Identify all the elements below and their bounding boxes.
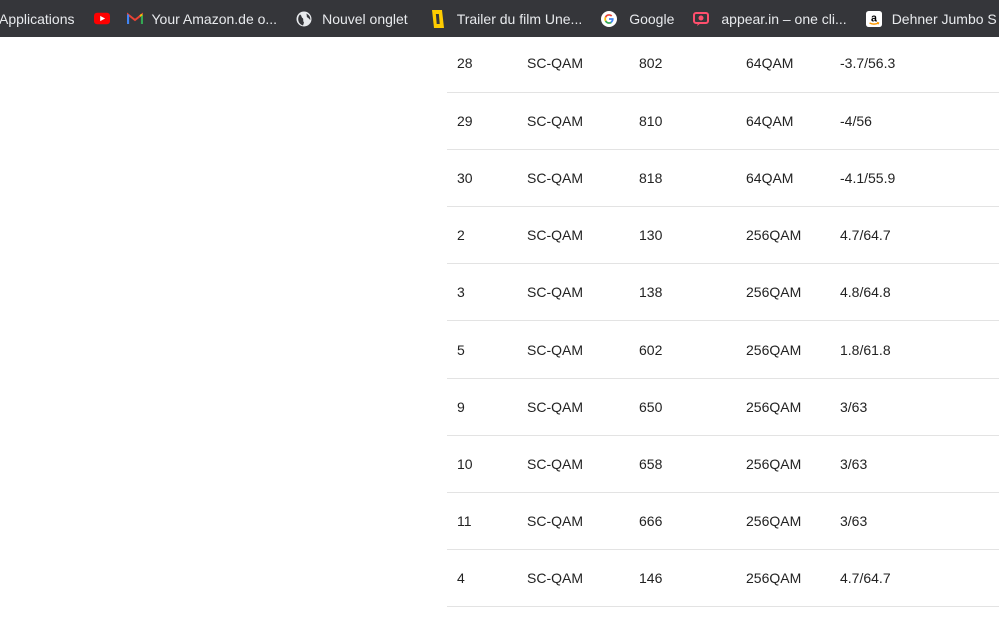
channel-type-cell: SC-QAM <box>527 206 639 265</box>
bookmark-google[interactable]: Google <box>601 0 674 37</box>
power-snr-cell: -3.7/56.3 <box>840 35 999 93</box>
bookmark-applications[interactable]: Applications <box>0 0 75 37</box>
globe-icon <box>296 11 312 27</box>
power-snr-cell: 3/63 <box>840 435 999 494</box>
table-row: 30 SC-QAM 818 64QAM -4.1/55.9 <box>447 149 999 208</box>
bookmark-trailer[interactable]: Trailer du film Une... <box>429 0 583 37</box>
power-snr-cell: -4.1/55.9 <box>840 149 999 208</box>
youtube-icon <box>93 11 110 27</box>
table-row: 10 SC-QAM 658 256QAM 3/63 <box>447 435 999 494</box>
channel-id-cell: 3 <box>447 263 527 322</box>
channel-table-body: 28 SC-QAM 802 64QAM -3.7/56.3 29 SC-QAM 810 64QA… <box>447 35 999 608</box>
bookmark-youtube[interactable] <box>93 0 110 37</box>
table-row: 4 SC-QAM 146 256QAM 4.7/64.7 <box>447 549 999 608</box>
channel-id-cell: 9 <box>447 378 527 436</box>
bookmark-label: Google <box>629 10 675 27</box>
power-snr-cell: 1.8/61.8 <box>840 320 999 379</box>
frequency-cell: 602 <box>639 320 746 379</box>
channel-id-cell: 5 <box>447 320 527 379</box>
bookmark-your-amazon[interactable]: Your Amazon.de o... <box>126 0 278 37</box>
frequency-cell: 650 <box>639 378 746 436</box>
channel-id-cell: 10 <box>447 435 527 494</box>
channel-type-cell: SC-QAM <box>527 92 639 150</box>
frequency-cell: 810 <box>639 92 746 150</box>
channel-type-cell: SC-QAM <box>527 263 639 322</box>
bookmark-label: Applications <box>0 10 75 27</box>
modulation-cell: 256QAM <box>746 549 840 608</box>
bookmark-appear-in[interactable]: appear.in – one cli... <box>693 0 847 37</box>
power-snr-cell: 4.8/64.8 <box>840 263 999 322</box>
frequency-cell: 138 <box>639 263 746 322</box>
power-snr-cell: 3/63 <box>840 378 999 436</box>
channel-type-cell: SC-QAM <box>527 35 639 93</box>
channel-type-cell: SC-QAM <box>527 435 639 494</box>
modulation-cell: 64QAM <box>746 35 840 93</box>
channel-type-cell: SC-QAM <box>527 492 639 551</box>
power-snr-cell: 4.7/64.7 <box>840 206 999 265</box>
table-row: 9 SC-QAM 650 256QAM 3/63 <box>447 378 999 436</box>
amazon-icon: a <box>865 10 882 27</box>
google-icon <box>601 10 618 27</box>
channel-id-cell: 4 <box>447 549 527 608</box>
frequency-cell: 130 <box>639 206 746 265</box>
appear-in-icon <box>693 11 710 27</box>
film-ticket-icon <box>429 9 445 28</box>
channel-id-cell: 2 <box>447 206 527 265</box>
frequency-cell: 658 <box>639 435 746 494</box>
channel-id-cell: 28 <box>447 35 527 93</box>
bookmark-label: Nouvel onglet <box>322 10 408 27</box>
table-row: 3 SC-QAM 138 256QAM 4.8/64.8 <box>447 263 999 322</box>
modulation-cell: 256QAM <box>746 206 840 265</box>
frequency-cell: 802 <box>639 35 746 93</box>
svg-text:a: a <box>871 12 877 24</box>
modulation-cell: 256QAM <box>746 378 840 436</box>
downstream-channel-table: 28 SC-QAM 802 64QAM -3.7/56.3 29 SC-QAM 810 64QA… <box>447 35 999 608</box>
channel-id-cell: 29 <box>447 92 527 150</box>
bookmark-dehner-jumbo[interactable]: a Dehner Jumbo S <box>865 0 997 37</box>
modulation-cell: 256QAM <box>746 320 840 379</box>
modulation-cell: 256QAM <box>746 263 840 322</box>
channel-type-cell: SC-QAM <box>527 549 639 608</box>
modulation-cell: 256QAM <box>746 492 840 551</box>
channel-type-cell: SC-QAM <box>527 378 639 436</box>
bookmarks-bar: Applications Your Amazon.de o... Nouvel … <box>0 0 999 37</box>
bookmark-label: Dehner Jumbo S <box>891 10 997 27</box>
channel-id-cell: 30 <box>447 149 527 208</box>
table-row: 29 SC-QAM 810 64QAM -4/56 <box>447 92 999 150</box>
power-snr-cell: 3/63 <box>840 492 999 551</box>
frequency-cell: 146 <box>639 549 746 608</box>
bookmark-nouvel-onglet[interactable]: Nouvel onglet <box>296 0 408 37</box>
frequency-cell: 666 <box>639 492 746 551</box>
table-row: 5 SC-QAM 602 256QAM 1.8/61.8 <box>447 320 999 379</box>
modulation-cell: 256QAM <box>746 435 840 494</box>
bookmark-label: Trailer du film Une... <box>456 10 583 27</box>
frequency-cell: 818 <box>639 149 746 208</box>
channel-type-cell: SC-QAM <box>527 149 639 208</box>
table-row: 28 SC-QAM 802 64QAM -3.7/56.3 <box>447 35 999 93</box>
power-snr-cell: 4.7/64.7 <box>840 549 999 608</box>
bookmark-label: appear.in – one cli... <box>721 10 847 27</box>
channel-id-cell: 11 <box>447 492 527 551</box>
table-row: 2 SC-QAM 130 256QAM 4.7/64.7 <box>447 206 999 265</box>
gmail-icon <box>126 11 143 27</box>
channel-type-cell: SC-QAM <box>527 320 639 379</box>
modulation-cell: 64QAM <box>746 92 840 150</box>
modulation-cell: 64QAM <box>746 149 840 208</box>
bookmark-label: Your Amazon.de o... <box>151 10 278 27</box>
table-row: 11 SC-QAM 666 256QAM 3/63 <box>447 492 999 551</box>
power-snr-cell: -4/56 <box>840 92 999 150</box>
